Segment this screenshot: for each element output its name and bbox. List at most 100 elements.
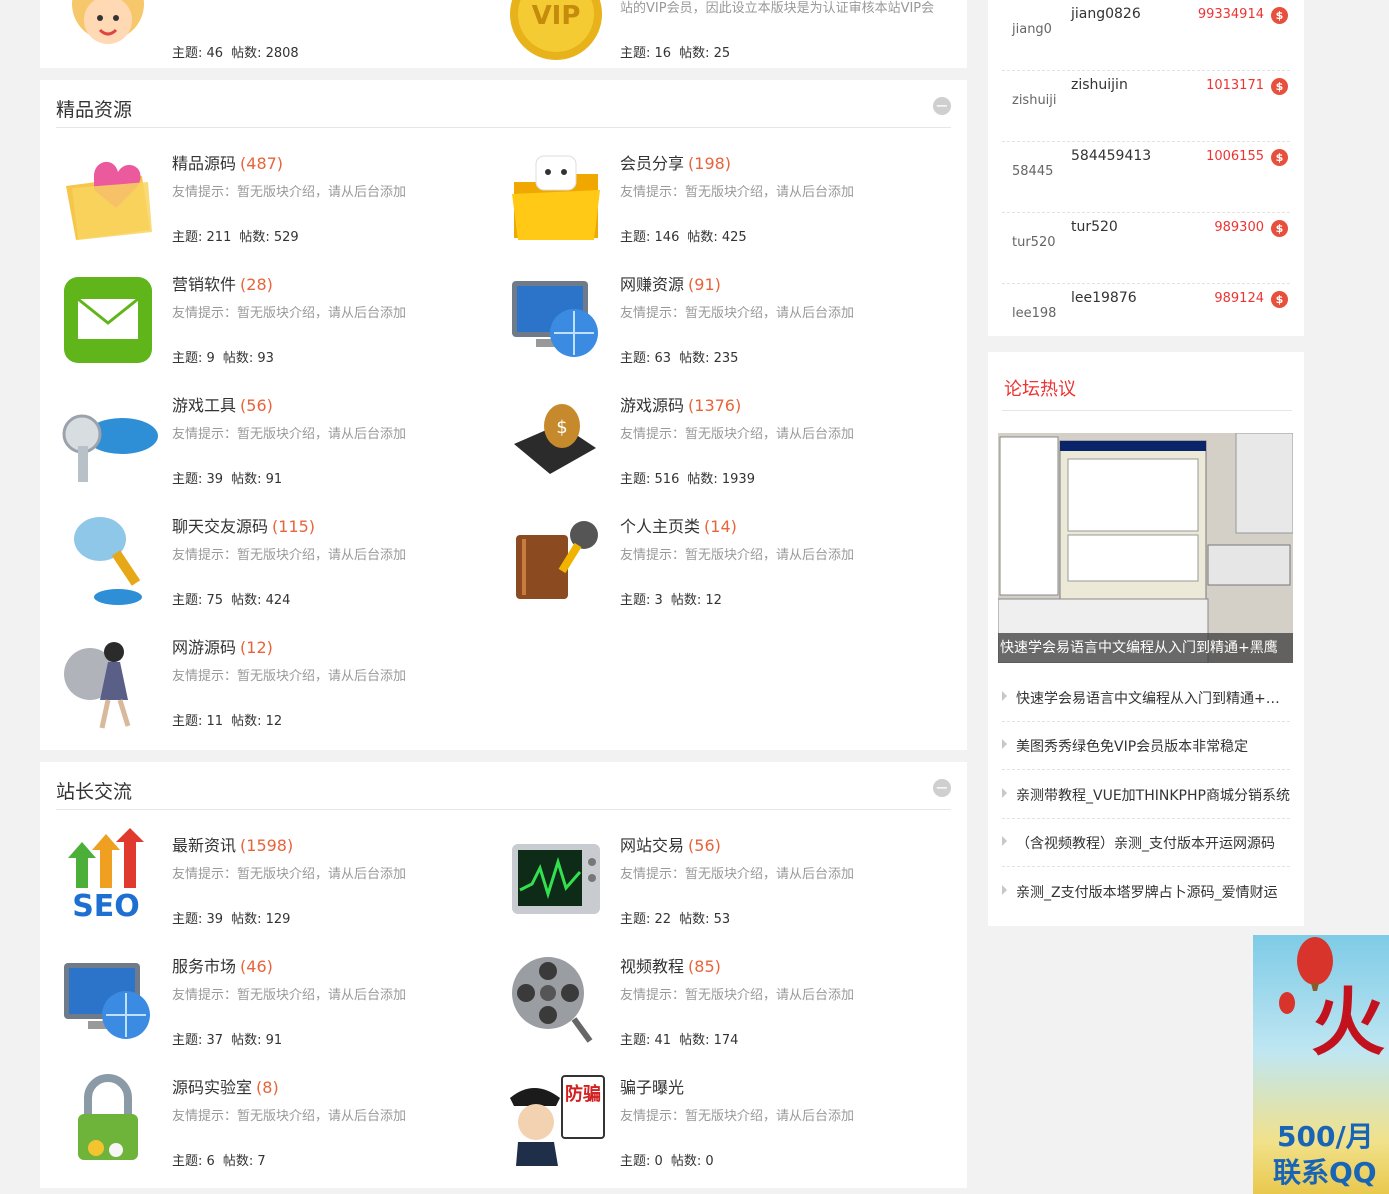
coin-icon: $ (1271, 7, 1288, 24)
collapse-icon[interactable]: − (933, 779, 951, 797)
forum-title[interactable]: 个人主页类 (14) (620, 513, 737, 537)
avatar[interactable]: 58445 (1012, 164, 1053, 179)
forum-stats: 主题: 75 帖数: 424 (172, 593, 291, 608)
username-link[interactable]: zishuijin (1071, 77, 1128, 93)
hot-topic-link[interactable]: 快速学会易语言中文编程从入门到精通+黑鹰 (1016, 688, 1290, 708)
forum-stats: 主题: 3 帖数: 12 (620, 593, 722, 608)
forum-card[interactable]: SEO 最新资讯 (1598) 友情提示：暂无版块介绍，请从后台添加 主题: 39… (56, 824, 496, 934)
forum-card[interactable]: 防骗 骗子曝光 友情提示：暂无版块介绍，请从后台添加 主题: 0 帖数: 0 (504, 1066, 944, 1176)
forum-desc: 友情提示：暂无版块介绍，请从后台添加 (172, 1109, 407, 1124)
forum-title[interactable]: 视频教程 (85) (620, 953, 721, 977)
rank-row[interactable]: tur520 tur520 989300 $ (1002, 213, 1290, 284)
forum-title[interactable]: 网游源码 (12) (172, 634, 273, 658)
hot-topic-link[interactable]: （含视频教程）亲测_支付版本开运网源码 (1016, 833, 1290, 853)
forum-card[interactable]: 网赚资源 (91) 友情提示：暂无版块介绍，请从后台添加 主题: 63 帖数: 23… (504, 263, 944, 373)
envelope-icon (64, 277, 152, 363)
forum-card[interactable]: 网游源码 (12) 友情提示：暂无版块介绍，请从后台添加 主题: 11 帖数: 12 (56, 626, 496, 736)
forum-title[interactable]: 骗子曝光 (620, 1074, 688, 1098)
hot-topic-link[interactable]: 美图秀秀绿色免VIP会员版本非常稳定 (1016, 736, 1290, 756)
forum-title[interactable]: 营销软件 (28) (172, 271, 273, 295)
forum-card[interactable]: $ 游戏源码 (1376) 友情提示：暂无版块介绍，请从后台添加 主题: 516 帖… (504, 384, 944, 494)
forum-stats: 主题: 37 帖数: 91 (172, 1033, 283, 1048)
hot-topic-item[interactable]: 快速学会易语言中文编程从入门到精通+黑鹰 (1002, 674, 1290, 722)
hot-topic-item[interactable]: （含视频教程）亲测_支付版本开运网源码 (1002, 819, 1290, 867)
section-header: 精品资源 − (56, 80, 951, 128)
software-screenshot-thumbnail (998, 433, 1293, 663)
network-monitor-icon (64, 963, 150, 1039)
forum-card[interactable]: 主题: 46 帖数: 2808 (56, 0, 496, 68)
forum-title[interactable]: 网站交易 (56) (620, 832, 721, 856)
hot-topic-link[interactable]: 亲测_Z支付版本塔罗牌占卜源码_爱情财运 (1016, 882, 1290, 902)
forum-desc: 友情提示：暂无版块介绍，请从后台添加 (620, 867, 855, 882)
hot-topic-item[interactable]: 美图秀秀绿色免VIP会员版本非常稳定 (1002, 722, 1290, 770)
featured-caption[interactable]: 快速学会易语言中文编程从入门到精通+黑鹰 (998, 633, 1293, 663)
avatar[interactable]: zishuiji (1012, 93, 1057, 108)
forum-desc: 友情提示：暂无版块介绍，请从后台添加 (172, 548, 407, 563)
forum-card[interactable]: 个人主页类 (14) 友情提示：暂无版块介绍，请从后台添加 主题: 3 帖数: 12 (504, 505, 944, 615)
rank-row[interactable]: jiang0 jiang0826 99334914 $ (1002, 0, 1290, 71)
notebook-icon (516, 521, 598, 599)
bullet-arrow-icon (1002, 836, 1007, 846)
avatar[interactable]: tur520 (1012, 235, 1056, 250)
microphone-icon (74, 517, 142, 605)
featured-thread-image[interactable]: 快速学会易语言中文编程从入门到精通+黑鹰 (998, 433, 1293, 663)
folder-cat-icon (512, 155, 600, 240)
rank-row[interactable]: lee198 lee19876 989124 $ (1002, 284, 1290, 355)
coin-icon: $ (1271, 78, 1288, 95)
forum-stats: 主题: 11 帖数: 12 (172, 714, 283, 729)
forum-title[interactable]: 游戏源码 (1376) (620, 392, 741, 416)
forum-card[interactable]: VIP 站的VIP会员，因此设立本版块是为认证审核本站VIP会 主题: 16 帖数… (504, 0, 944, 68)
forum-title[interactable]: 精品源码 (487) (172, 150, 283, 174)
hot-topic-item[interactable]: 亲测带教程_VUE加THINKPHP商城分销系统 (1002, 771, 1290, 819)
monitor-graph-icon (512, 844, 600, 914)
rank-row[interactable]: zishuiji zishuijin 1013171 $ (1002, 71, 1290, 142)
forum-card[interactable]: 网站交易 (56) 友情提示：暂无版块介绍，请从后台添加 主题: 22 帖数: 53 (504, 824, 944, 934)
coin-icon: $ (1271, 220, 1288, 237)
forum-card[interactable]: 营销软件 (28) 友情提示：暂无版块介绍，请从后台添加 主题: 9 帖数: 93 (56, 263, 496, 373)
forum-card[interactable]: 游戏工具 (56) 友情提示：暂无版块介绍，请从后台添加 主题: 39 帖数: 91 (56, 384, 496, 494)
forum-stats: 主题: 516 帖数: 1939 (620, 472, 755, 487)
collapse-icon[interactable]: − (933, 97, 951, 115)
forum-title[interactable]: 服务市场 (46) (172, 953, 273, 977)
rank-value: 989300 (1214, 220, 1264, 235)
forum-card[interactable]: 聊天交友源码 (115) 友情提示：暂无版块介绍，请从后台添加 主题: 75 帖数:… (56, 505, 496, 615)
folder-heart-icon (66, 161, 152, 240)
hot-topic-link[interactable]: 亲测带教程_VUE加THINKPHP商城分销系统 (1016, 785, 1290, 805)
forum-desc: 友情提示：暂无版块介绍，请从后台添加 (172, 867, 407, 882)
forum-desc: 友情提示：暂无版块介绍，请从后台添加 (172, 427, 407, 442)
divider (1002, 410, 1292, 411)
ad-banner[interactable]: 火 500/月 联系QQ (1253, 935, 1389, 1194)
forum-title[interactable]: 会员分享 (198) (620, 150, 731, 174)
money-briefcase-icon: $ (514, 404, 596, 474)
forum-card[interactable]: 精品源码 (487) 友情提示：暂无版块介绍，请从后台添加 主题: 211 帖数: … (56, 142, 496, 252)
forum-card[interactable]: 源码实验室 (8) 友情提示：暂无版块介绍，请从后台添加 主题: 6 帖数: 7 (56, 1066, 496, 1176)
forum-desc: 站的VIP会员，因此设立本版块是为认证审核本站VIP会 (620, 1, 935, 16)
forum-card[interactable]: 会员分享 (198) 友情提示：暂无版块介绍，请从后台添加 主题: 146 帖数: … (504, 142, 944, 252)
username-link[interactable]: jiang0826 (1071, 6, 1141, 22)
rank-value: 99334914 (1197, 7, 1264, 22)
forum-title[interactable]: 聊天交友源码 (115) (172, 513, 315, 537)
ad-contact: 联系QQ (1273, 1156, 1377, 1189)
rank-value: 1006155 (1206, 149, 1264, 164)
forum-title[interactable]: 源码实验室 (8) (172, 1074, 279, 1098)
forum-card[interactable]: 视频教程 (85) 友情提示：暂无版块介绍，请从后台添加 主题: 41 帖数: 17… (504, 945, 944, 1055)
username-link[interactable]: lee19876 (1071, 290, 1137, 306)
ranking-panel: jiang0 jiang0826 99334914 $ zishuiji zis… (988, 0, 1304, 355)
username-link[interactable]: 584459413 (1071, 148, 1151, 164)
forum-stats: 主题: 39 帖数: 91 (172, 472, 283, 487)
hot-topic-item[interactable]: 亲测_Z支付版本塔罗牌占卜源码_爱情财运 (1002, 868, 1290, 916)
forum-desc: 友情提示：暂无版块介绍，请从后台添加 (620, 185, 855, 200)
forum-title[interactable]: 游戏工具 (56) (172, 392, 273, 416)
forum-title[interactable]: 最新资讯 (1598) (172, 832, 293, 856)
username-link[interactable]: tur520 (1071, 219, 1118, 235)
forum-title[interactable]: 网赚资源 (91) (620, 271, 721, 295)
avatar[interactable]: jiang0 (1012, 22, 1052, 37)
forum-desc: 友情提示：暂无版块介绍，请从后台添加 (620, 988, 855, 1003)
forum-stats: 主题: 63 帖数: 235 (620, 351, 739, 366)
avatar[interactable]: lee198 (1012, 306, 1056, 321)
ad-price: 500/月 (1277, 1120, 1374, 1153)
forum-card[interactable]: 服务市场 (46) 友情提示：暂无版块介绍，请从后台添加 主题: 37 帖数: 91 (56, 945, 496, 1055)
rank-row[interactable]: 58445 584459413 1006155 $ (1002, 142, 1290, 213)
forum-desc: 友情提示：暂无版块介绍，请从后台添加 (172, 669, 407, 684)
rank-value: 1013171 (1206, 78, 1264, 93)
